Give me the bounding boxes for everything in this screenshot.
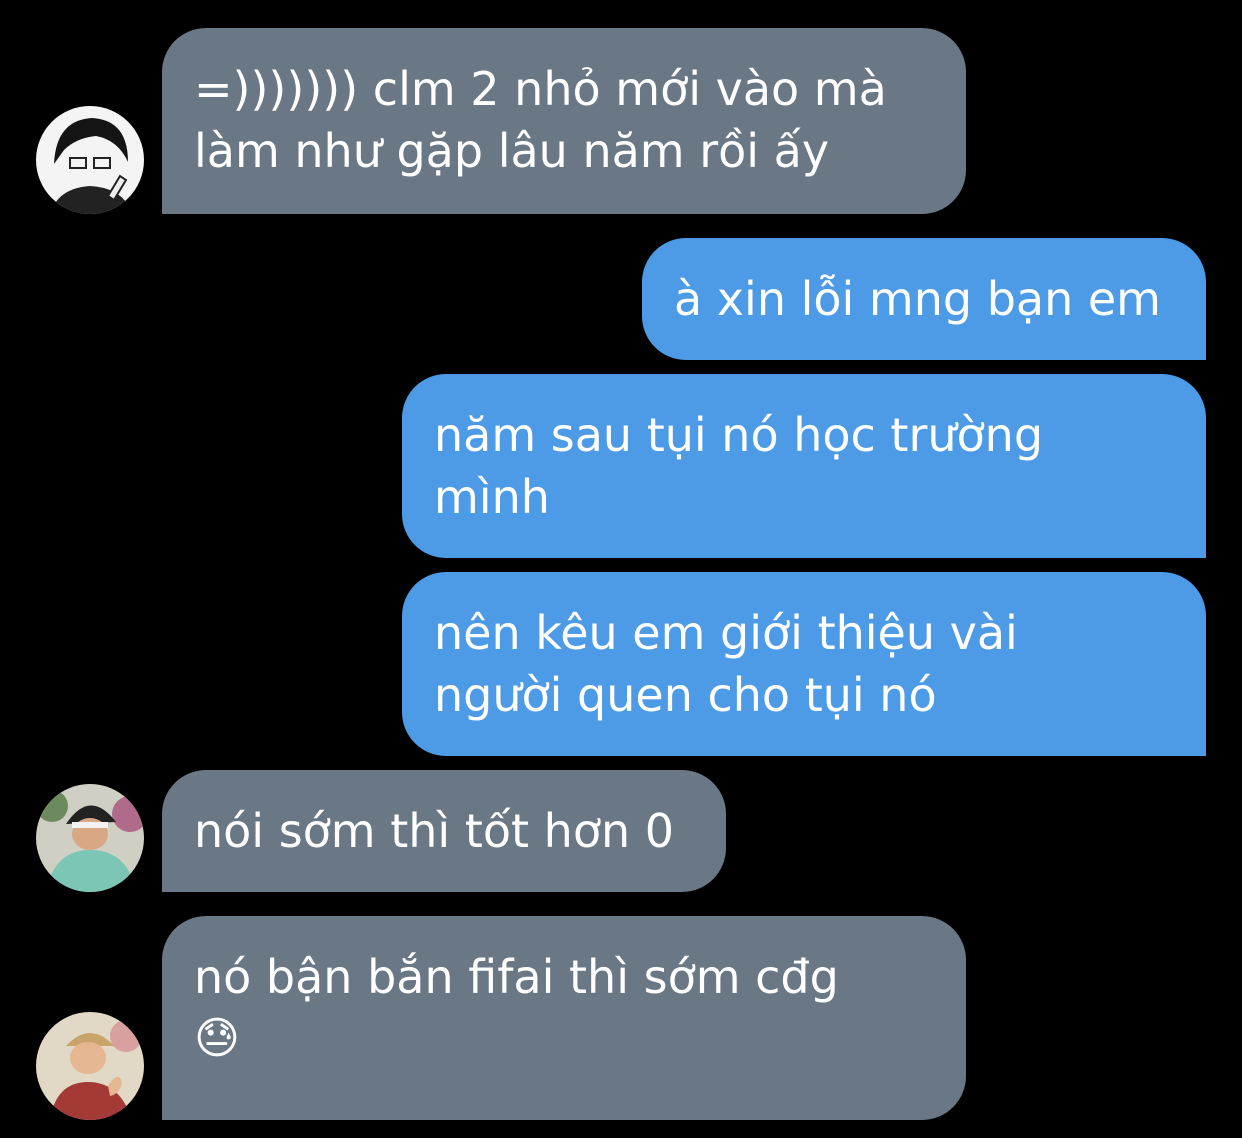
message-bubble-incoming[interactable]: nói sớm thì tốt hơn 0: [162, 770, 726, 892]
message-text-line: làm như gặp lâu năm rồi ấy: [194, 124, 830, 178]
message-text-line: à xin lỗi mng bạn em: [674, 272, 1161, 326]
message-bubble-incoming[interactable]: =))))))) clm 2 nhỏ mới vào mà làm như gặ…: [162, 28, 966, 214]
message-bubble-outgoing[interactable]: nên kêu em giới thiệu vài người quen cho…: [402, 572, 1206, 756]
message-text-line: =))))))) clm 2 nhỏ mới vào mà: [194, 62, 887, 116]
message-text-line: nên kêu em giới thiệu vài: [434, 606, 1018, 660]
message-bubble-outgoing[interactable]: năm sau tụi nó học trường mình: [402, 374, 1206, 558]
message-text-line: nó bận bắn fifai thì sớm cđg: [194, 950, 839, 1004]
message-bubble-outgoing[interactable]: à xin lỗi mng bạn em: [642, 238, 1206, 360]
downcast-sweat-emoji: 😓: [194, 1013, 240, 1064]
sender-avatar-green-shirt[interactable]: [36, 784, 144, 892]
sender-avatar-red-scarf[interactable]: [36, 1012, 144, 1120]
message-text-line: nói sớm thì tốt hơn 0: [194, 804, 675, 858]
message-text-line: người quen cho tụi nó: [434, 668, 937, 722]
message-text-line: năm sau tụi nó học trường: [434, 408, 1044, 462]
message-bubble-incoming[interactable]: nó bận bắn fifai thì sớm cđg 😓: [162, 916, 966, 1120]
sender-avatar-glasses[interactable]: [36, 106, 144, 214]
message-text-line: mình: [434, 470, 550, 524]
